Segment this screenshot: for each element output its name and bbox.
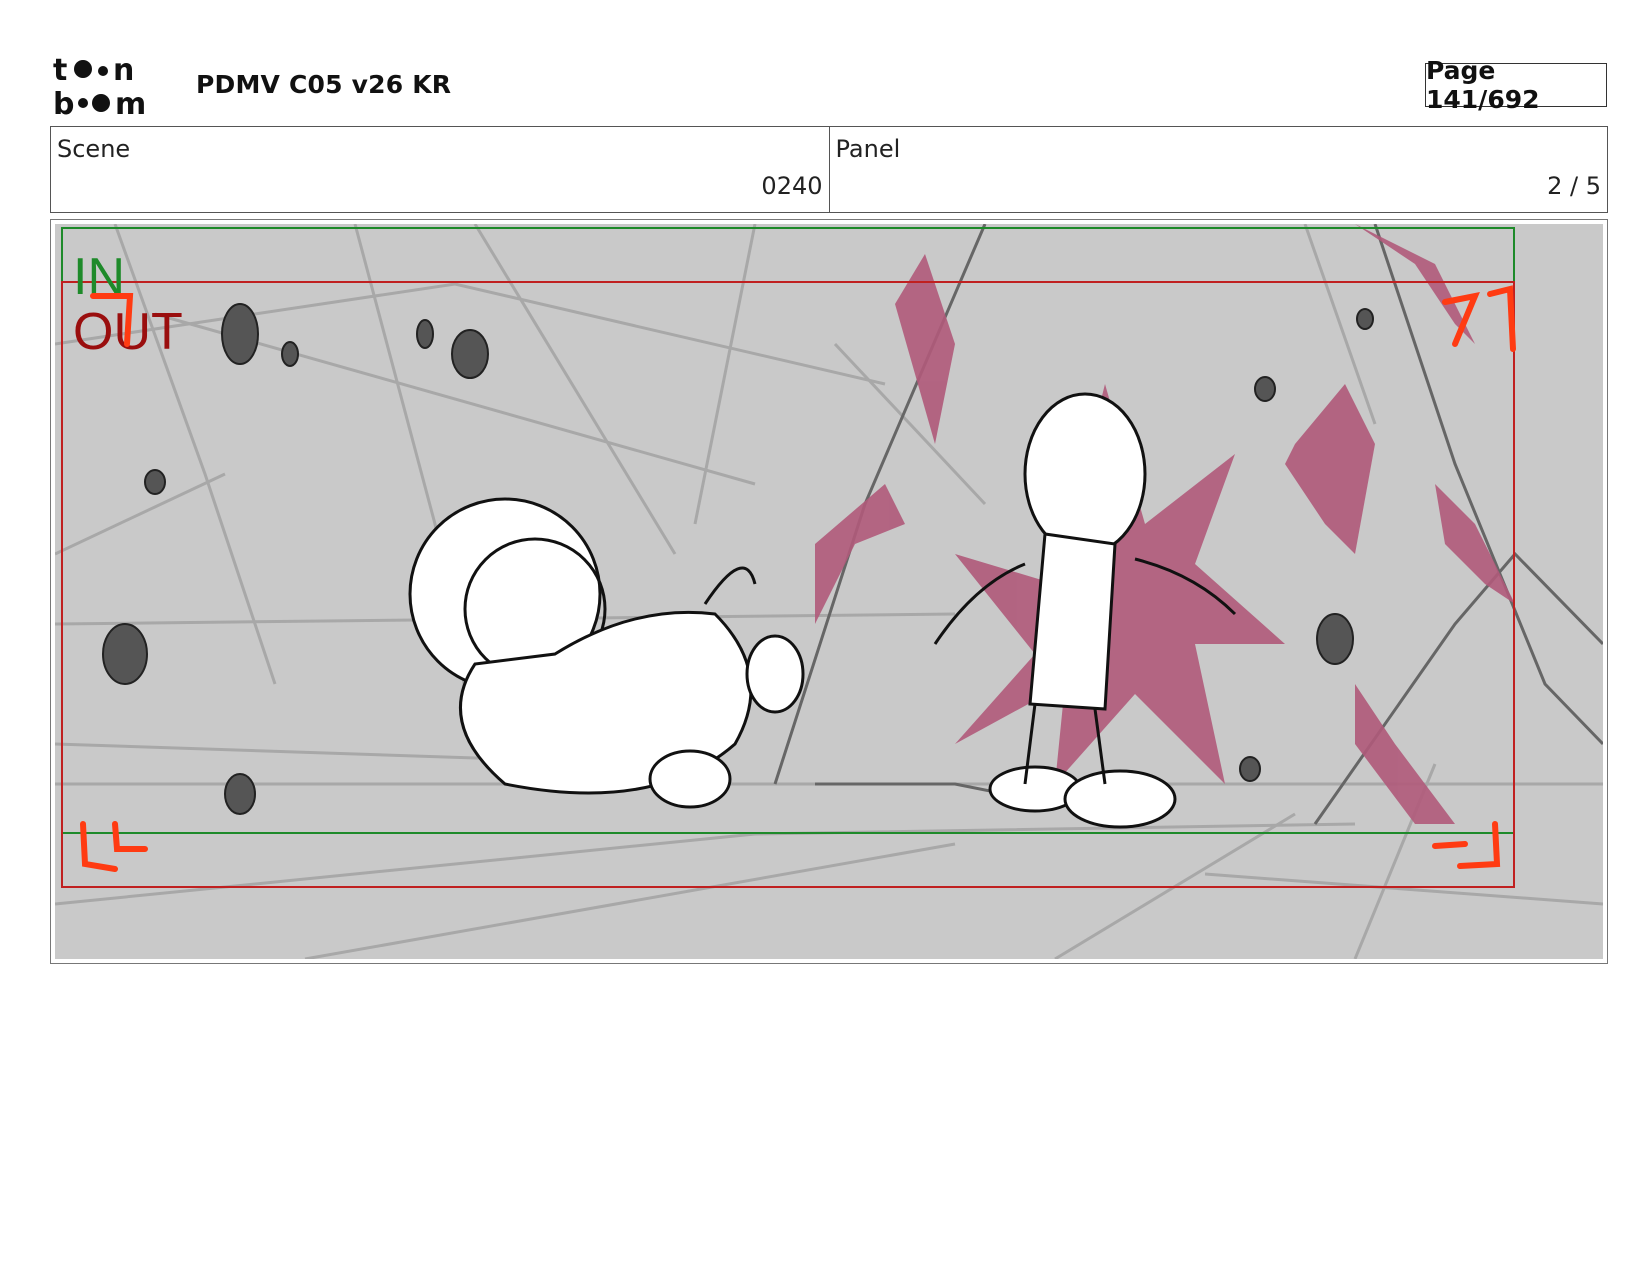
scene-label: Scene — [57, 135, 131, 163]
svg-text:n: n — [113, 53, 134, 88]
scene-value: 0240 — [761, 172, 823, 200]
project-title: PDMV C05 v26 KR — [196, 70, 452, 99]
svg-text:m: m — [115, 87, 146, 116]
scene-panel-info-table: Scene 0240 Panel 2 / 5 — [50, 126, 1608, 213]
svg-text:b: b — [53, 87, 74, 116]
panel-value: 2 / 5 — [1547, 172, 1601, 200]
panel-label: Panel — [835, 135, 901, 163]
storyboard-sketch: IN OUT — [55, 224, 1603, 959]
panel-cell: Panel 2 / 5 — [828, 127, 1608, 212]
toonboom-logo: t n b m — [53, 53, 146, 116]
svg-text:t: t — [53, 53, 67, 88]
scene-cell: Scene 0240 — [51, 127, 829, 212]
storyboard-panel: IN OUT — [50, 219, 1608, 964]
page-number-badge: Page 141/692 — [1425, 56, 1607, 114]
